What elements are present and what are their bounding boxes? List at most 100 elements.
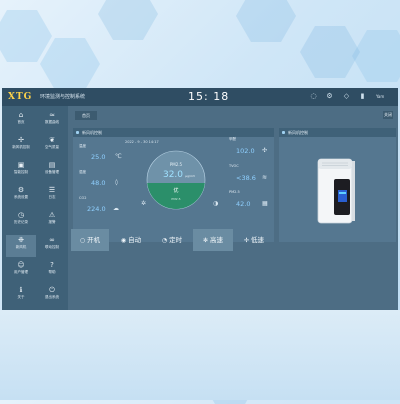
link-icon: ∞: [49, 236, 55, 244]
air-purifier-illustration: [317, 158, 355, 224]
bulb-icon[interactable]: ◌: [309, 92, 318, 101]
trash-icon[interactable]: ▮: [358, 92, 367, 101]
tvoc-value: <38.6: [236, 174, 256, 182]
background-hexagon: [40, 38, 100, 90]
temperature-value: 25.0: [91, 153, 106, 161]
power-icon: ○: [79, 237, 86, 244]
sidebar-item-label: 联动控制: [45, 245, 59, 249]
panel-marker-icon: [76, 131, 79, 134]
settings-icon: ⚙: [17, 186, 25, 194]
sidebar: ⌂ 首页 ≈ 数据曲线 ✢ 新风机控制 ❦ 空气质量 ▣ 智能控制 ▤ 设备管理 ⚙ 系统设置 ☰ 日志 ◷ 历史…: [2, 106, 68, 310]
shield-icon[interactable]: ◇: [342, 92, 351, 101]
users-icon: ☺: [17, 261, 25, 269]
control-button-label: 低速: [251, 236, 265, 244]
tab-bar: 首页 关闭: [71, 109, 397, 123]
formaldehyde-value: 102.0: [236, 147, 255, 155]
sidebar-item-label: 退出系统: [45, 295, 59, 299]
background-hexagon: [236, 0, 296, 42]
control-button[interactable]: ✢ 低速: [235, 229, 273, 251]
top-bar: XTG 环境监测与控制系统 15: 18 ◌ ⚙ ◇ ▮ Yam: [2, 88, 398, 106]
pm-icon: ▦: [262, 200, 268, 207]
sidebar-item[interactable]: ❉ 新风机: [6, 235, 36, 257]
humidity-value: 48.0: [91, 179, 106, 187]
sidebar-item-label: 设备管理: [45, 170, 59, 174]
control-button[interactable]: ◉ 自动: [111, 229, 151, 251]
pm25-value: 42.0: [236, 200, 251, 208]
control-button[interactable]: ✻ 高速: [193, 229, 233, 251]
pm25-label: PM2.5: [229, 190, 240, 194]
panel-header: 新风机控制: [73, 128, 274, 137]
sidebar-item[interactable]: ≈ 数据曲线: [37, 110, 67, 132]
sidebar-item-label: 报警: [48, 220, 56, 224]
thermometer-icon: ℃: [115, 153, 122, 160]
air-grade-label: PM2.5: [171, 197, 180, 201]
device-panel-title: 新风机控制: [288, 130, 308, 135]
sidebar-item[interactable]: ⏻ 退出系统: [37, 285, 67, 307]
tab-close-button[interactable]: 关闭: [383, 111, 393, 119]
sidebar-item[interactable]: ▣ 智能控制: [6, 160, 36, 182]
fan-low-icon: ✢: [243, 237, 250, 244]
user-name[interactable]: Yam: [376, 94, 384, 99]
sidebar-item[interactable]: ✢ 新风机控制: [6, 135, 36, 157]
device-icon: ▤: [48, 161, 56, 169]
fan-icon: ✢: [18, 136, 24, 144]
fan-high-icon: ✻: [202, 237, 209, 244]
panel-marker-icon: [282, 131, 285, 134]
control-button-label: 定时: [169, 236, 183, 244]
app-title: 环境监测与控制系统: [40, 94, 86, 100]
sidebar-item[interactable]: ⌂ 首页: [6, 110, 36, 132]
tab-home[interactable]: 首页: [75, 111, 97, 120]
sidebar-item-label: 系统设置: [14, 195, 28, 199]
chip-icon: ▣: [17, 161, 25, 169]
gauge-label: PM2.5: [170, 162, 183, 167]
leaf-icon: ❦: [49, 136, 55, 144]
sidebar-item[interactable]: ∞ 联动控制: [37, 235, 67, 257]
sidebar-item[interactable]: ☺ 用户管理: [6, 260, 36, 282]
gear-icon[interactable]: ⚙: [325, 92, 334, 101]
sidebar-item[interactable]: ⚙ 系统设置: [6, 185, 36, 207]
airflow-icon: ❉: [18, 236, 24, 244]
exit-icon: ⏻: [49, 286, 55, 294]
humidity-label: 湿度: [79, 170, 86, 174]
timer-icon: ◔: [161, 237, 168, 244]
sidebar-item-label: 新风机: [15, 245, 27, 249]
history-icon: ◷: [17, 211, 25, 219]
background-hexagon: [98, 0, 158, 40]
formaldehyde-label: 甲醛: [229, 137, 236, 141]
sidebar-item[interactable]: ⚠ 报警: [37, 210, 67, 232]
sidebar-item-label: 帮助: [48, 270, 56, 274]
control-button-label: 高速: [210, 236, 224, 244]
background-hexagon: [0, 10, 52, 62]
tvoc-label: TVOC: [229, 164, 239, 168]
gauge-value: 32.0: [163, 170, 183, 180]
datetime: 2022 - 9 - 30 14:17: [125, 140, 159, 144]
background-hexagon: [352, 30, 400, 82]
control-button[interactable]: ○ 开机: [71, 229, 109, 251]
gauge-unit: μg/m3: [185, 174, 195, 178]
sidebar-item-label: 智能控制: [14, 170, 28, 174]
sidebar-item-label: 用户管理: [14, 270, 28, 274]
panel-header: 新风机控制: [279, 128, 396, 137]
sidebar-item[interactable]: ☰ 日志: [37, 185, 67, 207]
formaldehyde-icon: ✣: [262, 147, 268, 154]
log-icon: ☰: [48, 186, 56, 194]
sidebar-item[interactable]: ◷ 历史记录: [6, 210, 36, 232]
sidebar-item-label: 新风机控制: [12, 145, 30, 149]
logo: XTG: [8, 92, 33, 102]
info-icon: ℹ: [19, 286, 23, 294]
control-button-label: 开机: [87, 236, 101, 244]
sidebar-item[interactable]: ? 帮助: [37, 260, 67, 282]
sidebar-item[interactable]: ❦ 空气质量: [37, 135, 67, 157]
temperature-label: 温度: [79, 144, 86, 148]
chart-icon: ≈: [49, 111, 55, 119]
sidebar-item[interactable]: ▤ 设备管理: [37, 160, 67, 182]
co2-label: CO2: [79, 196, 87, 200]
sidebar-item[interactable]: ℹ 关于: [6, 285, 36, 307]
sidebar-item-label: 日志: [48, 195, 56, 199]
control-button[interactable]: ◔ 定时: [153, 229, 191, 251]
co2-icon: ☁: [113, 205, 119, 212]
tvoc-icon: ≋: [262, 174, 268, 181]
sidebar-item-label: 关于: [17, 295, 25, 299]
alarm-icon: ⚠: [48, 211, 56, 219]
air-grade: 优: [173, 187, 178, 194]
